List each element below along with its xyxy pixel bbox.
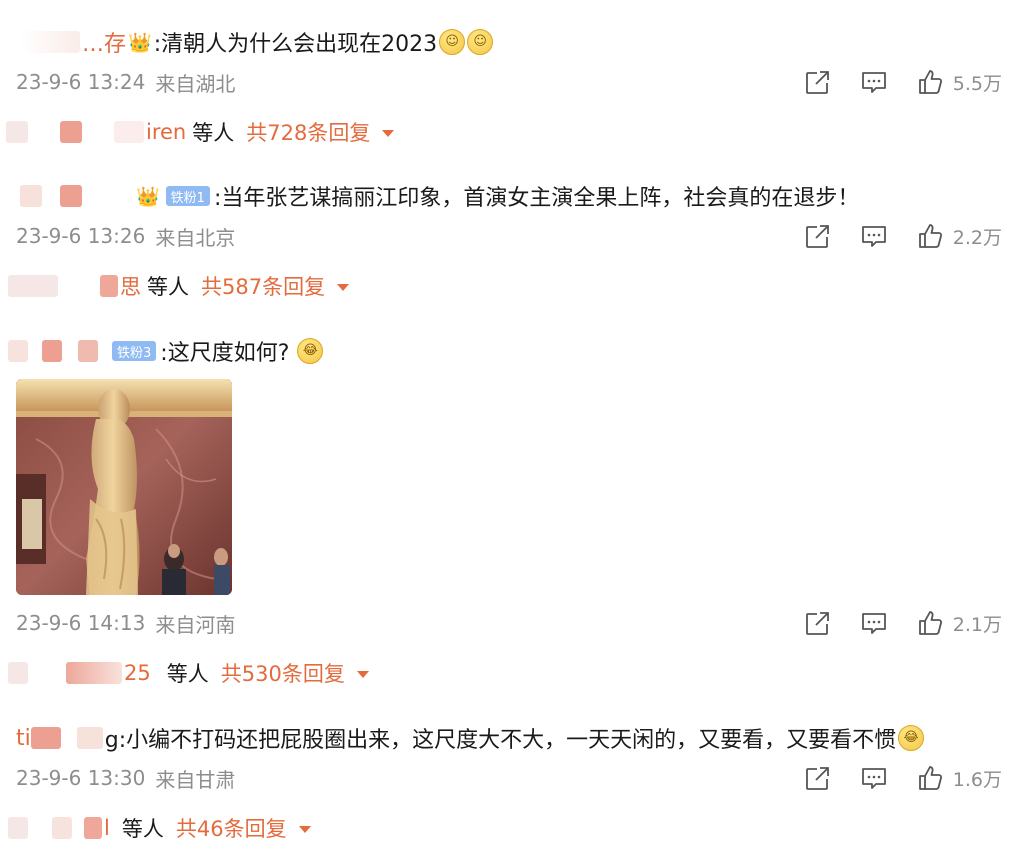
avatar-blur: [76, 727, 103, 749]
reply-count[interactable]: 共530条回复: [221, 658, 345, 688]
chevron-down-icon[interactable]: [382, 129, 395, 137]
comment-text-line: 👑 铁粉1 :当年张艺谋搞丽江印象，首演女主演全果上阵，社会真的在退步！: [20, 180, 859, 212]
avatar-blur: [8, 340, 28, 362]
reply-username[interactable]: iren: [146, 120, 186, 144]
crown-badge-icon: 👑: [136, 185, 160, 208]
comment-time: 23-9-6 14:13: [16, 611, 146, 635]
avatar-blur: [8, 817, 28, 839]
comment-text-line: …存 👑 :清朝人为什么会出现在2023 ☺ ☺: [20, 26, 494, 58]
laughing-emoji-icon: 😂: [297, 338, 324, 364]
avatar-blur: [6, 121, 28, 143]
reply-username[interactable]: l: [104, 816, 110, 840]
avatar-blur: [60, 185, 82, 207]
thumbs-up-icon: [918, 224, 942, 248]
comment-icon[interactable]: [861, 765, 887, 791]
smile-emoji-icon: ☺: [467, 29, 494, 55]
comment-meta: 23-9-6 13:26 来自北京: [16, 220, 235, 252]
comment-location: 来自北京: [155, 225, 236, 250]
avatar-blur: [114, 121, 144, 143]
reply-count[interactable]: 共587条回复: [201, 271, 325, 301]
like-button[interactable]: 2.2万: [917, 223, 1002, 250]
chevron-down-icon[interactable]: [298, 825, 311, 833]
comment-text: :这尺度如何?: [160, 341, 290, 366]
comment-image[interactable]: [16, 379, 232, 595]
reply-summary[interactable]: 25 等人 共530条回复: [0, 657, 369, 689]
reply-username[interactable]: 思: [120, 271, 141, 301]
like-count: 5.5万: [952, 72, 1002, 95]
comment-location: 来自河南: [155, 612, 236, 637]
like-button[interactable]: 5.5万: [917, 69, 1002, 96]
avatar-blur: [78, 340, 98, 362]
reply-etc: 等人: [147, 275, 189, 299]
reply-summary[interactable]: 思 等人 共587条回复: [0, 270, 350, 302]
avatar-blur: [52, 817, 72, 839]
crown-badge-icon: 👑: [128, 31, 152, 54]
comment-location: 来自甘肃: [155, 767, 236, 792]
comment-text: :清朝人为什么会出现在2023: [153, 32, 438, 57]
chevron-down-icon[interactable]: [356, 670, 369, 678]
like-button[interactable]: 1.6万: [917, 765, 1002, 792]
avatar-blur: [8, 275, 58, 297]
reply-etc: 等人: [166, 662, 209, 686]
comment-location: 来自湖北: [155, 71, 236, 96]
fan-badge: 铁粉1: [165, 186, 210, 206]
comment-icon[interactable]: [861, 610, 887, 636]
comment-icon[interactable]: [861, 69, 887, 95]
smile-emoji-icon: ☺: [439, 29, 466, 55]
share-icon[interactable]: [805, 610, 831, 636]
chevron-down-icon[interactable]: [337, 283, 350, 291]
comment-time: 23-9-6 13:24: [16, 70, 146, 94]
reply-etc: 等人: [121, 817, 164, 841]
thumbs-up-icon: [918, 766, 942, 790]
comment-time: 23-9-6 13:26: [16, 224, 146, 248]
like-count: 1.6万: [952, 768, 1002, 791]
reply-summary[interactable]: l 等人 共46条回复: [0, 812, 311, 844]
like-button[interactable]: 2.1万: [917, 610, 1002, 637]
fan-badge: 铁粉3: [112, 341, 157, 361]
laughing-emoji-icon: 😂: [898, 725, 925, 751]
thumbs-up-icon: [918, 70, 942, 94]
share-icon[interactable]: [805, 765, 831, 791]
avatar-blur: [60, 121, 82, 143]
comment-meta: 23-9-6 13:24 来自湖北: [16, 66, 235, 98]
comment-meta: 23-9-6 13:30 来自甘肃: [16, 762, 235, 794]
comment-text: g:小编不打码还把屁股圈出来，这尺度大不大，一天天闲的，又要看，又要看不惯: [104, 728, 897, 753]
avatar-blur: [84, 817, 102, 839]
comment-text: :当年张艺谋搞丽江印象，首演女主演全果上阵，社会真的在退步！: [213, 186, 860, 211]
avatar-blur: [100, 275, 118, 297]
comment-text-line: 铁粉3 :这尺度如何? 😂: [8, 335, 324, 367]
like-count: 2.2万: [952, 226, 1002, 249]
username[interactable]: …存: [82, 26, 126, 58]
reply-count[interactable]: 共728条回复: [246, 117, 370, 147]
comment-actions: 2.2万: [805, 220, 1002, 252]
share-icon[interactable]: [805, 69, 831, 95]
comment-time: 23-9-6 13:30: [16, 766, 146, 790]
avatar-blur: [30, 727, 61, 749]
avatar-blur: [8, 662, 28, 684]
comment-icon[interactable]: [861, 223, 887, 249]
avatar-blur: [20, 31, 80, 53]
comment-actions: 1.6万: [805, 762, 1002, 794]
reply-username[interactable]: 25: [124, 661, 151, 685]
comment-actions: 2.1万: [805, 607, 1002, 639]
comment-meta: 23-9-6 14:13 来自河南: [16, 607, 235, 639]
thumbs-up-icon: [918, 611, 942, 635]
avatar-blur: [66, 662, 122, 684]
avatar-blur: [20, 185, 42, 207]
username[interactable]: ti: [16, 726, 31, 751]
reply-etc: 等人: [192, 121, 235, 145]
reply-summary[interactable]: iren 等人 共728条回复: [0, 116, 395, 148]
comment-text-line: ti g:小编不打码还把屁股圈出来，这尺度大不大，一天天闲的，又要看，又要看不惯…: [16, 722, 925, 754]
reply-count[interactable]: 共46条回复: [176, 813, 287, 843]
share-icon[interactable]: [805, 223, 831, 249]
avatar-blur: [42, 340, 62, 362]
like-count: 2.1万: [952, 613, 1002, 636]
comment-actions: 5.5万: [805, 66, 1002, 98]
